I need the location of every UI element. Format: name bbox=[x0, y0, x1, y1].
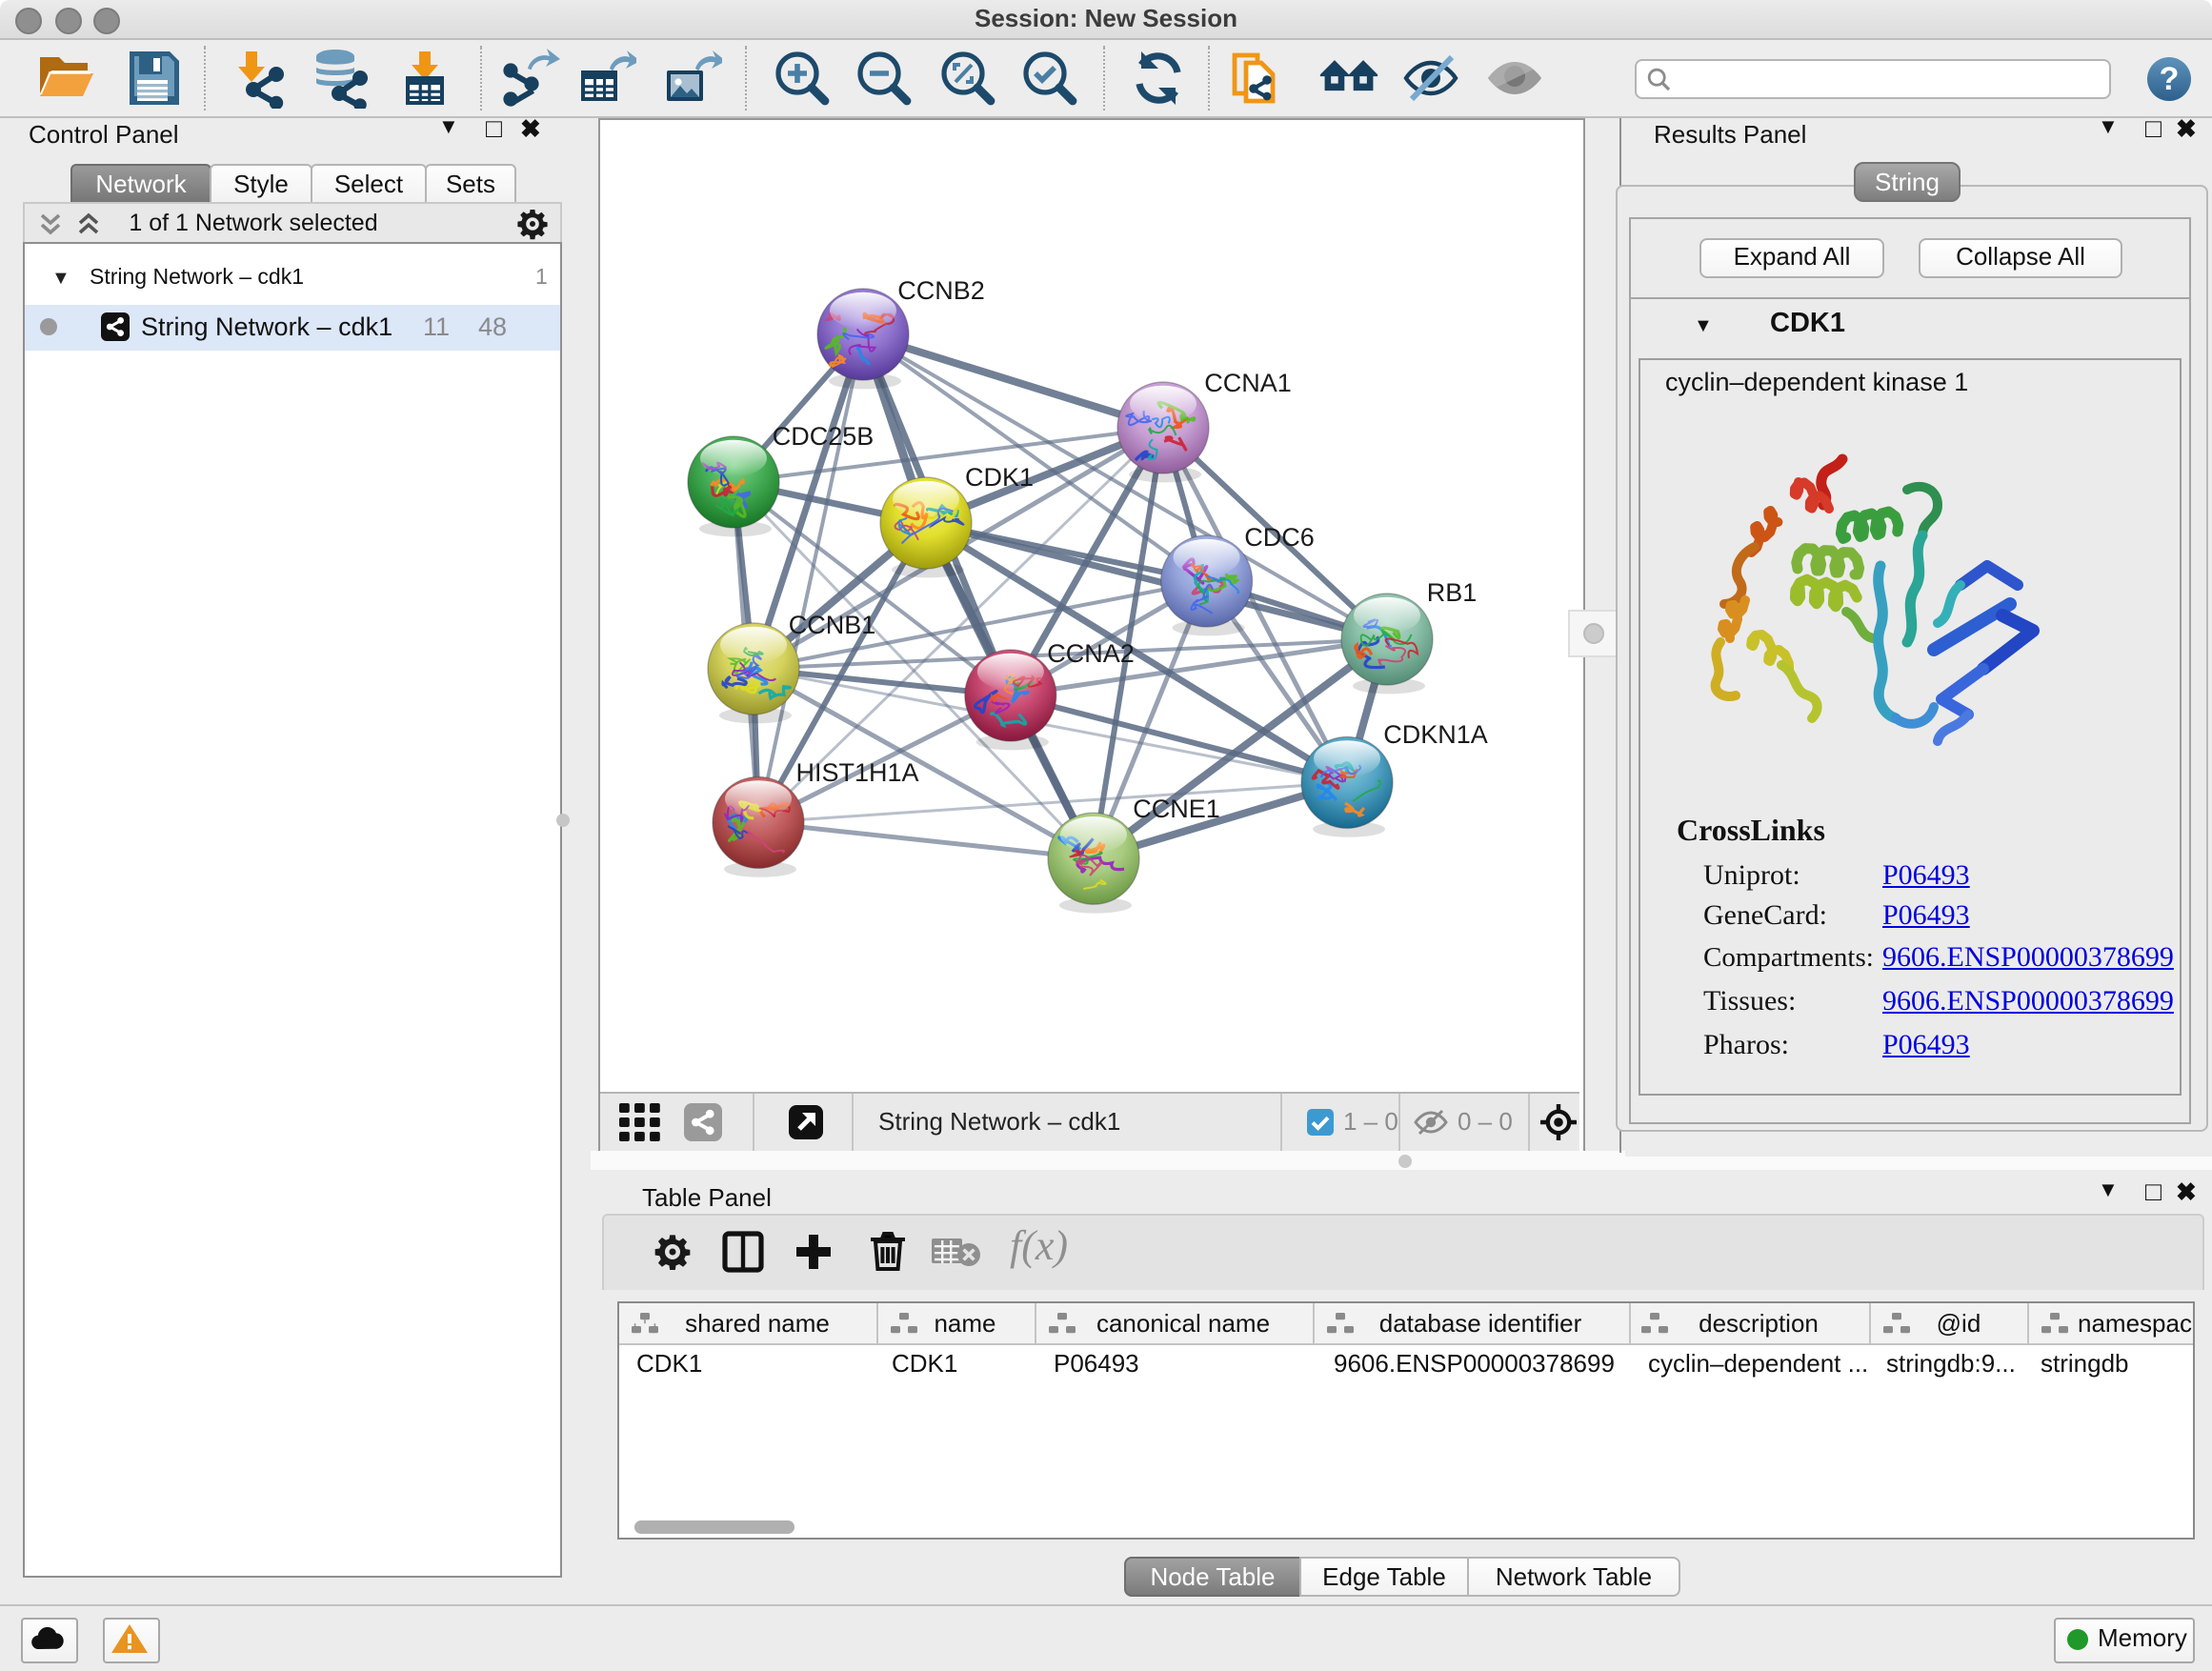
svg-text:CCNE1: CCNE1 bbox=[1133, 795, 1220, 823]
svg-text:CDK1: CDK1 bbox=[965, 463, 1034, 492]
svg-text:RB1: RB1 bbox=[1427, 578, 1478, 607]
svg-text:CCNA1: CCNA1 bbox=[1204, 369, 1292, 397]
svg-text:CDKN1A: CDKN1A bbox=[1383, 720, 1488, 749]
svg-text:CCNA2: CCNA2 bbox=[1047, 639, 1135, 668]
svg-text:CDC6: CDC6 bbox=[1244, 523, 1315, 552]
svg-text:CCNB1: CCNB1 bbox=[789, 611, 876, 639]
svg-text:CCNB2: CCNB2 bbox=[897, 276, 985, 305]
svg-text:CDC25B: CDC25B bbox=[773, 422, 875, 451]
svg-text:HIST1H1A: HIST1H1A bbox=[795, 758, 918, 787]
